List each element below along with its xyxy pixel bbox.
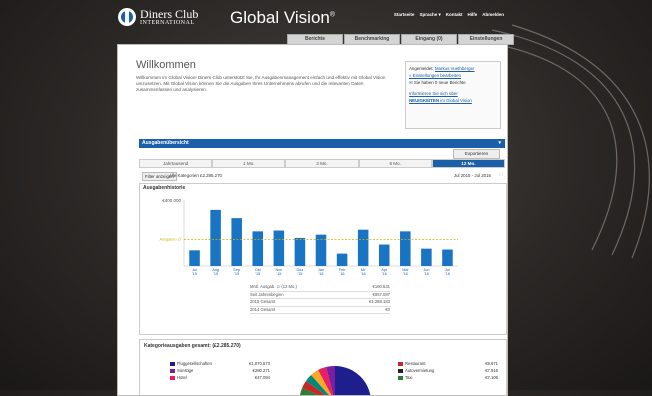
diners-club-logo[interactable]: Diners Club INTERNATIONAL [118,8,198,26]
period-all[interactable]: Jahrtausend [139,159,213,168]
bar [357,229,369,266]
overview-header[interactable]: Ausgabenübersicht ▾ [139,139,505,148]
diners-club-icon [118,8,136,26]
x-tick-label: '15 [297,272,302,276]
mail-icon: ✉ [409,80,413,85]
bar [442,249,453,266]
bar [252,231,264,266]
legend-item[interactable]: Sonstige €280.271 [170,367,270,374]
export-button[interactable]: Exportieren [453,149,500,159]
stat-row: Mntl. Ausgab. ∅ (12 Mo.) €160.531 [250,284,390,292]
link-startseite[interactable]: Startseite [394,12,415,18]
top-links: Startseite Sprache ▾ Kontakt Hilfe Abmel… [394,12,504,18]
date-range: Jul 2015 - Jul 2016 [453,173,491,178]
y-tick-label: €400.000 [162,198,181,203]
edit-settings-link[interactable]: » Einstellungen bearbeiten [409,72,497,79]
period-12m[interactable]: 12 Mo. [431,159,506,168]
x-tick-label: '16 [424,272,429,276]
new-reports-text[interactable]: Sie haben 0 neue Berichte [414,80,466,85]
legend-item[interactable]: Hotel €47.094 [170,374,270,381]
main-content: Willkommen Willkommen im Global Vision! … [117,44,508,396]
period-1m[interactable]: 1 Mo. [212,159,286,168]
period-6m[interactable]: 6 Mo. [358,159,432,168]
link-hilfe[interactable]: Hilfe [467,12,477,18]
legend-swatch [398,361,403,366]
category-legend-left: Fluggesellschaften €1.070.573 Sonstige €28… [170,360,270,381]
x-tick-label: '16 [445,272,450,276]
x-tick-label: '16 [340,272,345,276]
filter-row: Filter anzeigen Alle Kategorien £2.285.2… [139,172,505,181]
legend-swatch [170,375,175,380]
stat-row: 2015 Gesamt €1.288.183 [250,299,390,307]
legend-swatch [398,368,403,373]
history-chart-panel: Ausgabenhistorie €400.000 Jul '15 Aug '15 Sep… [139,183,507,335]
legend-swatch [398,375,403,380]
bar [231,218,242,266]
x-tick-label: '16 [319,272,324,276]
bar [378,244,390,266]
user-panel: Angemeldet: Markus Vuethberger » Einstel… [405,61,501,129]
brand-name: Diners Club [140,6,199,21]
bar [400,231,411,266]
bar [273,230,285,266]
x-tick-label: '16 [361,272,366,276]
bar [189,250,200,266]
link-abmelden[interactable]: Abmelden [482,12,504,18]
bar [336,253,348,266]
product-title: Global Vision® [230,8,336,27]
category-filter[interactable]: Alle Kategorien £2.285.270 [169,173,222,178]
link-kontakt[interactable]: Kontakt [446,12,463,18]
legend-item[interactable]: Restaurant €9.671 [398,360,498,367]
category-title: Kategorieausgaben gesamt: (£2.285.270) [144,343,241,349]
legend-swatch [170,368,175,373]
x-tick-label: '15 [255,272,260,276]
stat-row: 2014 Gesamt €0 [250,307,390,315]
x-tick-label: '15 [234,272,239,276]
period-selector: Jahrtausend 1 Mo. 3 Mo. 6 Mo. 12 Mo. [139,159,506,168]
x-tick-label: '15 [276,272,281,276]
average-label: Ausgaben ∅ [160,238,182,242]
bar [294,237,306,266]
chart-title: Ausgabenhistorie [143,185,186,191]
user-name[interactable]: Markus Vuethberger [435,66,475,71]
bar [210,209,221,266]
collapse-arrow-icon[interactable]: ▾ [498,139,501,148]
x-tick-label: '16 [403,272,408,276]
x-tick-label: '15 [213,272,218,276]
stat-row: Seit Jahresbeginn €957.087 [250,292,390,300]
legend-item[interactable]: Taxi €7.106 [398,374,498,381]
welcome-text: Willkommen im Global Vision! Diners Club… [136,75,386,92]
category-pie-chart [300,365,371,395]
legend-item[interactable]: Autovermietung €7.916 [398,367,498,374]
link-sprache[interactable]: Sprache ▾ [419,12,440,18]
page-title: Willkommen [136,59,196,71]
category-panel: Kategorieausgaben gesamt: (£2.285.270) F… [139,339,507,395]
bar-chart: €400.000Jul'15Aug'15Sep'15Okt'15Nov'15De… [160,198,458,276]
period-3m[interactable]: 3 Mo. [285,159,359,168]
news-link[interactable]: Informieren Sie sich über NEUIGKEITEN im … [409,90,497,104]
history-stats: Mntl. Ausgab. ∅ (12 Mo.) €160.531 Seit Ja… [250,284,507,315]
brand-subtitle: INTERNATIONAL [140,19,195,26]
legend-item[interactable]: Fluggesellschaften €1.070.573 [170,360,270,367]
x-tick-label: '16 [382,272,387,276]
category-legend-right: Restaurant €9.671 Autovermietung €7.916 Ta… [398,360,498,381]
bar [421,248,432,266]
legend-swatch [170,361,175,366]
x-tick-label: '15 [192,272,197,276]
range-nav-arrows[interactable]: ‹ › [499,172,503,177]
logged-in-label: Angemeldet: [409,66,434,71]
